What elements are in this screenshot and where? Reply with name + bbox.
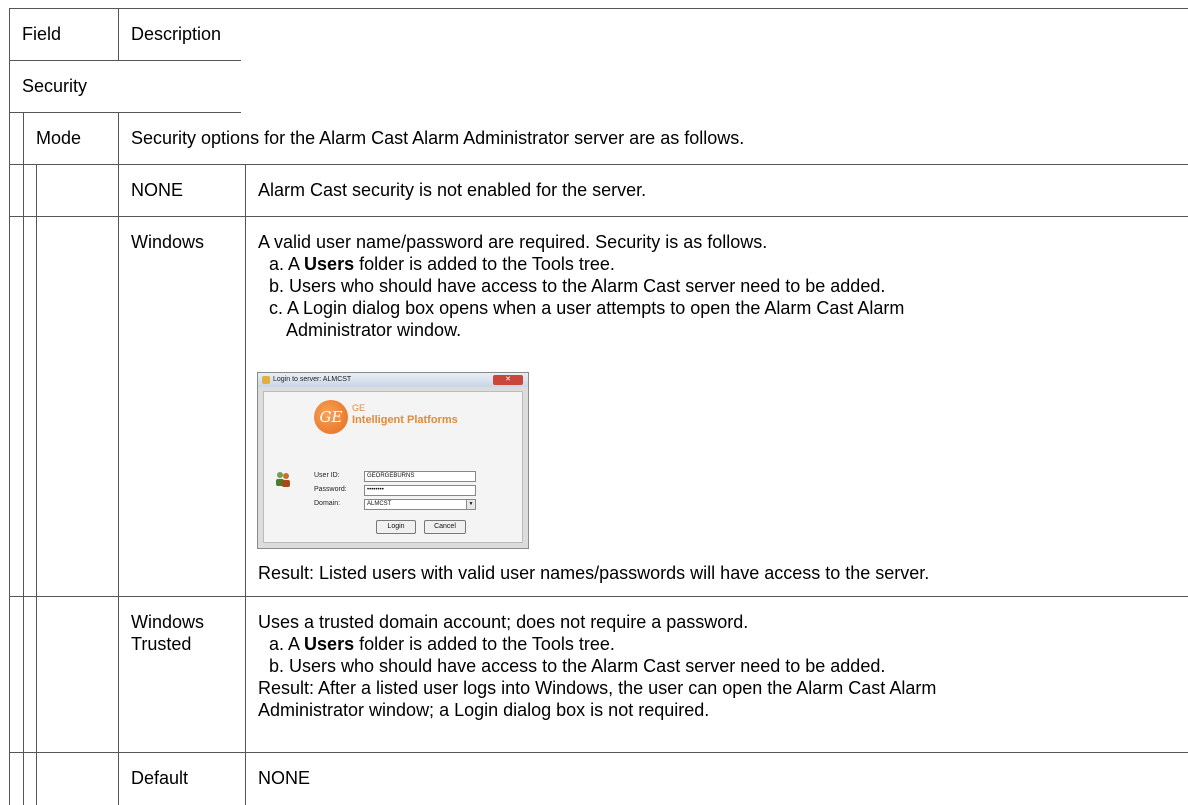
login-dialog-image: Login to server: ALMCST ✕ GE GE Intellig…	[257, 372, 529, 549]
mode-label: Mode	[36, 128, 82, 148]
ge-logo-icon: GE	[314, 400, 348, 434]
option-name: Windows	[131, 232, 205, 252]
row-divider	[9, 216, 1188, 217]
option-intro: A valid user name/password are required.…	[258, 232, 768, 252]
option-result: Result: After a listed user logs into Wi…	[258, 678, 937, 698]
row-divider	[9, 596, 1188, 597]
option-name-line1: Windows	[131, 612, 205, 632]
column-divider	[23, 112, 24, 805]
dialog-titlebar: Login to server: ALMCST ✕	[258, 373, 528, 387]
domain-label: Domain:	[314, 500, 341, 507]
password-field: ••••••••	[364, 485, 476, 496]
header-field: Field	[22, 24, 62, 44]
login-button: Login	[376, 520, 416, 534]
domain-select: ALMCST ▼	[364, 499, 476, 510]
column-divider	[118, 164, 119, 805]
column-divider	[9, 8, 10, 805]
user-id-field: GEORGEBURNS	[364, 471, 476, 482]
list-item: a. A Users folder is added to the Tools …	[269, 634, 615, 654]
section-title: Security	[22, 76, 88, 96]
row-divider	[9, 164, 1188, 165]
user-id-label: User ID:	[314, 472, 340, 479]
list-item: c. A Login dialog box opens when a user …	[269, 298, 905, 318]
dialog-body: GE GE Intelligent Platforms User ID: GEO…	[263, 391, 523, 543]
password-label: Password:	[314, 486, 347, 493]
option-result: Administrator window; a Login dialog box…	[258, 700, 710, 720]
option-name: Default	[131, 768, 189, 788]
lock-icon	[262, 376, 270, 384]
list-item: a. A Users folder is added to the Tools …	[269, 254, 615, 274]
chevron-down-icon: ▼	[466, 500, 475, 509]
option-description: NONE	[258, 768, 311, 788]
brand-line1: GE	[352, 403, 366, 413]
column-divider	[245, 164, 246, 805]
cancel-button: Cancel	[424, 520, 466, 534]
column-divider	[118, 8, 119, 60]
row-divider	[9, 60, 241, 61]
column-divider	[36, 164, 37, 805]
users-icon	[276, 472, 290, 487]
mode-description: Security options for the Alarm Cast Alar…	[131, 128, 745, 148]
brand-line2: Intelligent Platforms	[352, 414, 458, 426]
column-divider	[118, 112, 119, 164]
option-intro: Uses a trusted domain account; does not …	[258, 612, 749, 632]
option-description: Alarm Cast security is not enabled for t…	[258, 180, 647, 200]
row-divider	[9, 112, 241, 113]
option-name-line2: Trusted	[131, 634, 192, 654]
list-item: b. Users who should have access to the A…	[269, 276, 886, 296]
list-item: b. Users who should have access to the A…	[269, 656, 886, 676]
close-icon: ✕	[493, 375, 523, 385]
row-divider	[9, 8, 1188, 9]
header-description: Description	[131, 24, 222, 44]
option-name: NONE	[131, 180, 184, 200]
list-item: Administrator window.	[286, 320, 462, 340]
row-divider	[9, 752, 1188, 753]
dialog-title: Login to server: ALMCST	[273, 376, 352, 383]
option-result: Result: Listed users with valid user nam…	[258, 563, 930, 583]
